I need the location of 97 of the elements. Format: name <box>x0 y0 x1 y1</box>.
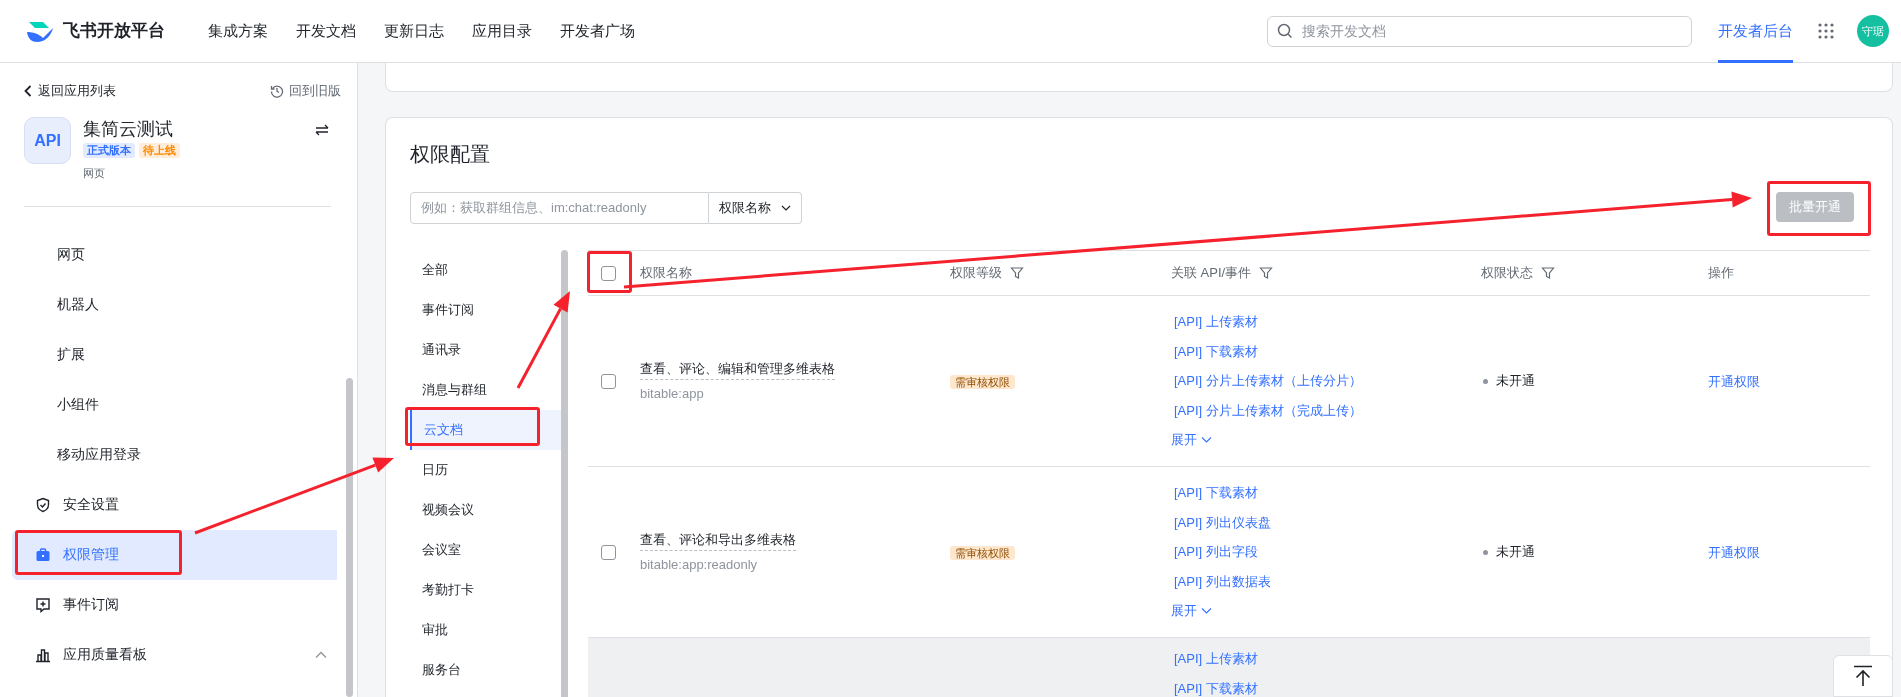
switch-icon[interactable] <box>315 124 329 136</box>
column-header: 权限状态 <box>1481 264 1533 283</box>
permission-search-field[interactable]: 例如：获取群组信息、im:chat:readonly <box>410 192 709 224</box>
sidebar-item[interactable]: 机器人 <box>12 279 337 330</box>
api-link[interactable]: [API] 下载素材 <box>1171 478 1481 508</box>
scope-dropdown[interactable]: 权限名称 <box>709 192 802 224</box>
arrow-up-icon <box>1853 665 1873 687</box>
permission-name: 查看、评论、编辑和管理多维表格 <box>640 358 835 380</box>
old-version-link[interactable]: 回到旧版 <box>270 81 341 101</box>
permission-status: 未开通 <box>1496 543 1535 562</box>
api-link[interactable]: [API] 列出字段 <box>1171 537 1481 567</box>
permission-code: bitable:app <box>640 384 705 403</box>
category-item[interactable]: 全部 <box>410 250 561 290</box>
api-link[interactable]: [API] 上传素材 <box>1171 644 1481 674</box>
column-header: 操作 <box>1708 264 1734 283</box>
scope-dropdown-label: 权限名称 <box>719 199 771 218</box>
history-icon <box>270 84 284 98</box>
app-name: 集简云测试 <box>83 118 174 141</box>
api-link[interactable]: [API] 列出仪表盘 <box>1171 507 1481 538</box>
permission-level-tag: 需审核权限 <box>950 375 1015 389</box>
sidebar-item[interactable]: 扩展 <box>12 329 337 380</box>
filter-icon[interactable] <box>1541 266 1555 280</box>
api-link[interactable]: [API] 分片上传素材（上传分片） <box>1171 366 1481 396</box>
category-item[interactable]: 云文档 <box>410 410 561 450</box>
permission-name: 查看、评论和导出多维表格 <box>640 529 796 551</box>
category-item[interactable]: 服务台 <box>410 650 561 690</box>
old-version-text: 回到旧版 <box>289 82 341 101</box>
checkbox[interactable] <box>600 265 616 281</box>
highlight-frame <box>587 251 632 293</box>
briefcase-icon <box>35 546 51 563</box>
category-item[interactable]: 消息与群组 <box>410 370 561 410</box>
chevron-down-icon <box>1201 608 1212 614</box>
nav-link[interactable]: 开发者广场 <box>560 19 635 43</box>
filter-icon[interactable] <box>1010 266 1024 280</box>
nav-link[interactable]: 更新日志 <box>384 19 444 43</box>
api-link[interactable]: [API] 下载素材 <box>1171 336 1481 367</box>
chevron-down-icon <box>1201 437 1212 443</box>
category-item[interactable]: 视频会议 <box>410 490 561 530</box>
search-field[interactable]: 搜索开发文档 <box>1267 15 1692 47</box>
scrollbar-thumb[interactable] <box>346 378 353 697</box>
api-link[interactable]: [API] 列出数据表 <box>1171 566 1481 597</box>
sidebar-item[interactable]: 网页 <box>12 229 337 280</box>
category-item[interactable]: 考勤打卡 <box>410 570 561 610</box>
back-to-top-button[interactable] <box>1833 655 1893 697</box>
sidebar-item-label: 安全设置 <box>63 495 120 514</box>
filter-icon[interactable] <box>1259 266 1274 280</box>
expand-link-text: 展开 <box>1171 602 1197 621</box>
sidebar-item[interactable]: 权限管理 <box>12 529 337 580</box>
sidebar-item[interactable]: 小组件 <box>12 379 337 430</box>
category-item[interactable]: 通讯录 <box>410 330 561 370</box>
scrollbar-thumb[interactable] <box>561 250 568 697</box>
column-header: 权限等级 <box>950 264 1002 283</box>
chevron-left-icon <box>24 85 32 97</box>
search-icon <box>1277 22 1293 39</box>
chevron-down-icon <box>781 205 791 211</box>
checkbox[interactable] <box>600 373 616 389</box>
category-item[interactable]: 审批 <box>410 610 561 650</box>
app-icon: API <box>24 117 71 164</box>
checkbox[interactable] <box>600 544 616 560</box>
category-item[interactable]: 会议室 <box>410 530 561 570</box>
app-type: 网页 <box>83 166 106 181</box>
panel-title: 权限配置 <box>410 142 491 167</box>
sidebar-item[interactable]: 事件订阅 <box>12 579 337 630</box>
bar-chart-icon <box>35 646 51 663</box>
logo-text: 飞书开放平台 <box>63 20 165 43</box>
sidebar-item-label: 权限管理 <box>63 545 120 564</box>
expand-link-text: 展开 <box>1171 431 1197 450</box>
message-plus-icon <box>35 596 51 613</box>
nav-link[interactable]: 开发文档 <box>296 19 356 43</box>
column-header: 关联 API/事件 <box>1171 264 1252 283</box>
back-link-text: 返回应用列表 <box>38 82 116 101</box>
chevron-up-icon[interactable] <box>315 650 327 659</box>
permission-code: bitable:app:readonly <box>640 555 759 574</box>
back-link[interactable]: 返回应用列表 <box>24 81 116 101</box>
column-header: 权限名称 <box>640 264 692 283</box>
category-item[interactable]: 事件订阅 <box>410 290 561 330</box>
expand-link[interactable]: 展开 <box>1171 596 1481 626</box>
apps-grid-icon[interactable] <box>1817 22 1835 40</box>
enable-permission-link[interactable]: 开通权限 <box>1708 545 1760 560</box>
permission-level-tag: 需审核权限 <box>950 546 1015 560</box>
api-link[interactable]: [API] 分片上传素材（完成上传） <box>1171 395 1481 426</box>
permission-status: 未开通 <box>1496 372 1535 391</box>
nav-link[interactable]: 集成方案 <box>208 19 268 43</box>
sidebar-item-label: 事件订阅 <box>63 595 120 614</box>
status-tag: 正式版本 <box>83 143 135 158</box>
nav-link[interactable]: 应用目录 <box>472 19 532 43</box>
sidebar-item-label: 应用质量看板 <box>63 645 148 664</box>
category-item[interactable]: 日历 <box>410 450 561 490</box>
api-link[interactable]: [API] 上传素材 <box>1171 307 1481 337</box>
enable-permission-link[interactable]: 开通权限 <box>1708 374 1760 389</box>
expand-link[interactable]: 展开 <box>1171 425 1481 455</box>
status-tag: 待上线 <box>139 143 180 158</box>
shield-icon <box>35 496 51 513</box>
sidebar-item[interactable]: 安全设置 <box>12 479 337 530</box>
sidebar-item[interactable]: 应用质量看板 <box>12 629 337 680</box>
api-link[interactable]: [API] 下载素材 <box>1171 673 1481 697</box>
sidebar-item[interactable]: 移动应用登录 <box>12 429 337 480</box>
